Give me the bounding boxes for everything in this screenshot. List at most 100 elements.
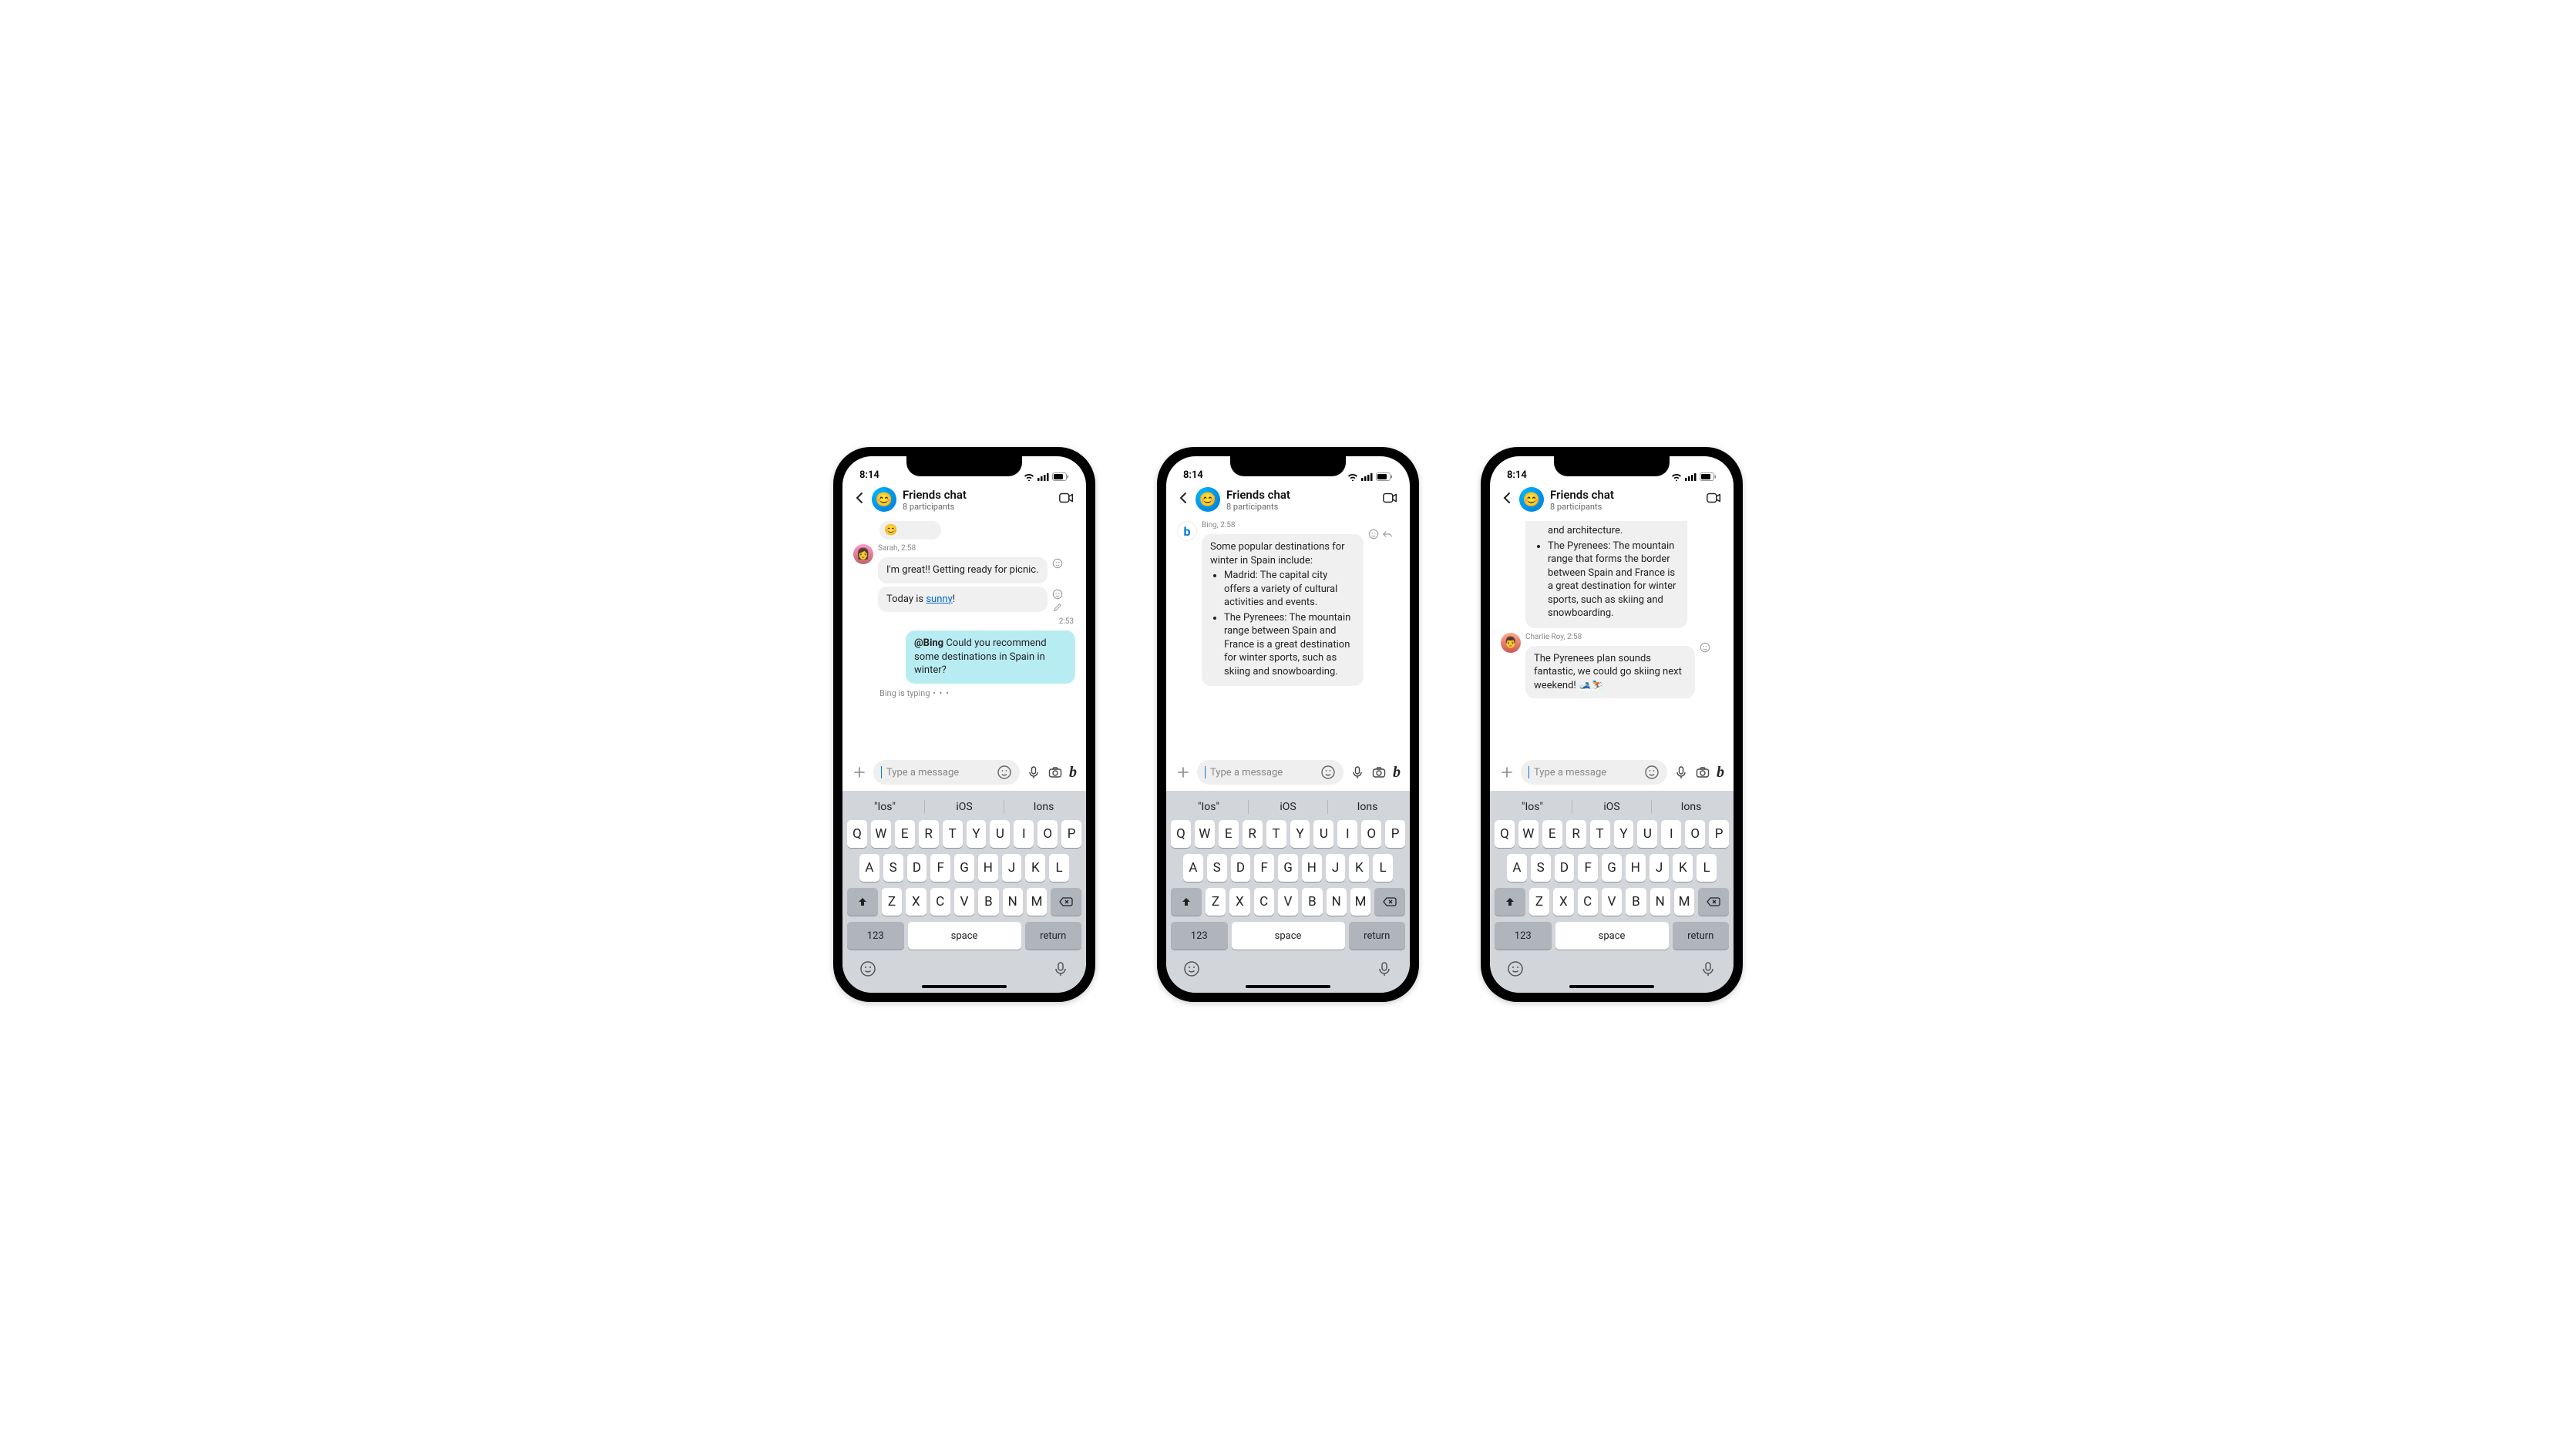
emoji-button[interactable] xyxy=(1320,765,1336,780)
message-bubble[interactable]: Some popular destinations for winter in … xyxy=(1202,534,1364,686)
key-i[interactable]: I xyxy=(1661,820,1681,848)
key-a[interactable]: A xyxy=(1183,854,1203,882)
key-q[interactable]: Q xyxy=(1171,820,1191,848)
edit-icon[interactable] xyxy=(1052,602,1063,613)
key-m[interactable]: M xyxy=(1674,888,1694,916)
chat-avatar[interactable]: 😊 xyxy=(1519,487,1544,512)
key-n[interactable]: N xyxy=(1003,888,1023,916)
key-e[interactable]: E xyxy=(1219,820,1239,848)
key-j[interactable]: J xyxy=(1650,854,1670,882)
delete-key[interactable] xyxy=(1051,888,1081,916)
suggestion[interactable]: Ions xyxy=(1652,801,1730,813)
key-s[interactable]: S xyxy=(1207,854,1227,882)
emoji-button[interactable] xyxy=(1644,765,1660,780)
key-t[interactable]: T xyxy=(943,820,963,848)
key-b[interactable]: B xyxy=(1302,888,1322,916)
key-j[interactable]: J xyxy=(1002,854,1022,882)
link-sunny[interactable]: sunny xyxy=(926,593,952,605)
react-icon[interactable] xyxy=(1052,558,1063,569)
react-icon[interactable] xyxy=(1368,529,1379,540)
key-k[interactable]: K xyxy=(1025,854,1045,882)
kb-emoji-button[interactable] xyxy=(859,960,876,980)
video-call-button[interactable] xyxy=(1706,489,1723,509)
return-key[interactable]: return xyxy=(1349,922,1406,950)
key-t[interactable]: T xyxy=(1266,820,1286,848)
key-m[interactable]: M xyxy=(1027,888,1047,916)
video-call-button[interactable] xyxy=(1058,489,1075,509)
key-a[interactable]: A xyxy=(859,854,879,882)
camera-button[interactable] xyxy=(1371,765,1387,780)
return-key[interactable]: return xyxy=(1673,922,1730,950)
numeric-key[interactable]: 123 xyxy=(847,922,904,950)
key-v[interactable]: V xyxy=(1602,888,1622,916)
chat-title-block[interactable]: Friends chat 8 participants xyxy=(1226,488,1376,512)
key-f[interactable]: F xyxy=(930,854,950,882)
add-button[interactable] xyxy=(852,765,867,780)
shift-key[interactable] xyxy=(847,888,878,916)
avatar-charlie[interactable]: 👨 xyxy=(1501,633,1521,653)
key-d[interactable]: D xyxy=(1231,854,1251,882)
key-p[interactable]: P xyxy=(1061,820,1081,848)
delete-key[interactable] xyxy=(1698,888,1729,916)
key-d[interactable]: D xyxy=(1555,854,1575,882)
home-indicator[interactable] xyxy=(1569,985,1654,988)
bing-button[interactable]: b xyxy=(1393,764,1401,782)
mic-button[interactable] xyxy=(1673,765,1689,780)
back-button[interactable] xyxy=(1501,492,1513,507)
key-b[interactable]: B xyxy=(978,888,998,916)
key-e[interactable]: E xyxy=(895,820,915,848)
message-list[interactable]: b Bing, 2:58 Some popular destinations f… xyxy=(1166,518,1410,754)
key-w[interactable]: W xyxy=(871,820,891,848)
message-input[interactable]: Type a message xyxy=(1197,760,1343,785)
key-l[interactable]: L xyxy=(1049,854,1069,882)
key-g[interactable]: G xyxy=(954,854,974,882)
key-m[interactable]: M xyxy=(1350,888,1370,916)
home-indicator[interactable] xyxy=(922,985,1007,988)
key-w[interactable]: W xyxy=(1518,820,1539,848)
key-v[interactable]: V xyxy=(1278,888,1298,916)
kb-mic-button[interactable] xyxy=(1052,960,1069,980)
key-k[interactable]: K xyxy=(1673,854,1693,882)
key-q[interactable]: Q xyxy=(847,820,867,848)
key-g[interactable]: G xyxy=(1602,854,1622,882)
bing-button[interactable]: b xyxy=(1717,764,1724,782)
delete-key[interactable] xyxy=(1374,888,1405,916)
key-c[interactable]: C xyxy=(1578,888,1598,916)
key-d[interactable]: D xyxy=(907,854,927,882)
suggestion[interactable]: Ions xyxy=(1328,801,1407,813)
key-x[interactable]: X xyxy=(906,888,926,916)
react-icon[interactable] xyxy=(1700,642,1710,653)
key-j[interactable]: J xyxy=(1326,854,1346,882)
react-icon[interactable] xyxy=(1052,589,1063,600)
key-o[interactable]: O xyxy=(1037,820,1058,848)
message-bubble[interactable]: Today is sunny! xyxy=(878,587,1048,613)
message-list[interactable]: and architecture. The Pyrenees: The moun… xyxy=(1490,518,1734,754)
shift-key[interactable] xyxy=(1171,888,1202,916)
kb-mic-button[interactable] xyxy=(1376,960,1393,980)
suggestion[interactable]: "Ios" xyxy=(1493,801,1572,813)
avatar-sarah[interactable]: 👩 xyxy=(853,544,873,564)
home-indicator[interactable] xyxy=(1246,985,1330,988)
key-h[interactable]: H xyxy=(978,854,998,882)
key-y[interactable]: Y xyxy=(1614,820,1634,848)
video-call-button[interactable] xyxy=(1382,489,1399,509)
key-z[interactable]: Z xyxy=(882,888,902,916)
message-bubble-outgoing[interactable]: @Bing Could you recommend some destinati… xyxy=(906,630,1075,684)
emoji-button[interactable] xyxy=(997,765,1012,780)
key-n[interactable]: N xyxy=(1650,888,1670,916)
key-k[interactable]: K xyxy=(1349,854,1369,882)
key-f[interactable]: F xyxy=(1578,854,1598,882)
key-x[interactable]: X xyxy=(1553,888,1573,916)
reply-icon[interactable] xyxy=(1382,529,1393,540)
key-t[interactable]: T xyxy=(1590,820,1610,848)
chat-avatar[interactable]: 😊 xyxy=(872,487,896,512)
suggestion[interactable]: Ions xyxy=(1004,801,1083,813)
suggestion[interactable]: iOS xyxy=(1572,801,1651,813)
space-key[interactable]: space xyxy=(1232,922,1345,950)
key-z[interactable]: Z xyxy=(1206,888,1226,916)
key-n[interactable]: N xyxy=(1327,888,1347,916)
avatar-bing[interactable]: b xyxy=(1177,521,1197,541)
key-c[interactable]: C xyxy=(1254,888,1274,916)
key-y[interactable]: Y xyxy=(967,820,987,848)
key-o[interactable]: O xyxy=(1685,820,1705,848)
